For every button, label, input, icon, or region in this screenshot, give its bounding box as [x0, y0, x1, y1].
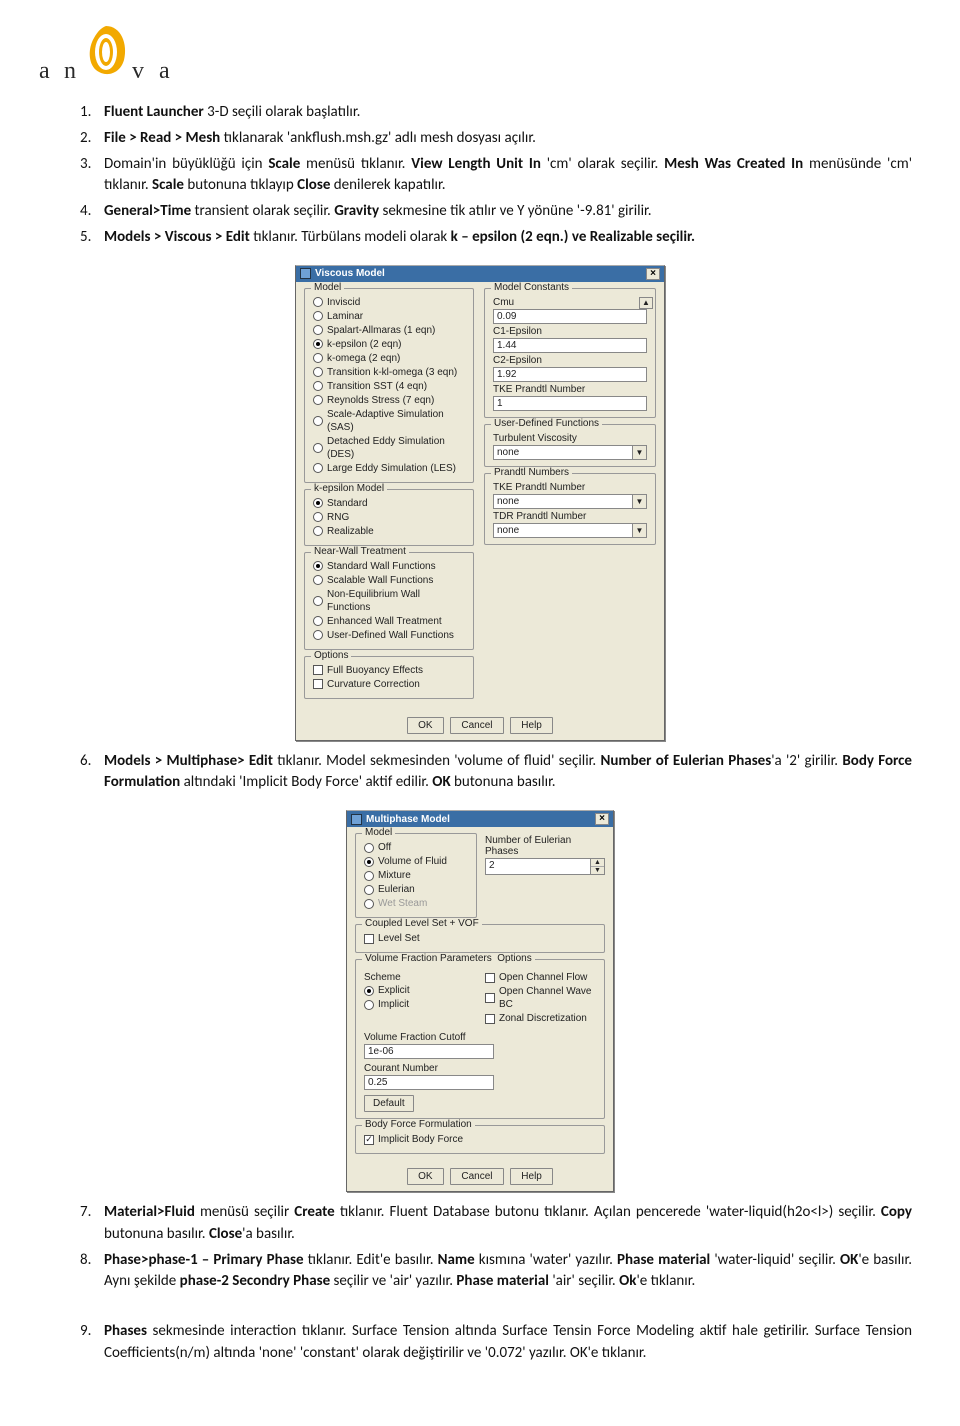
help-button[interactable]: Help [510, 717, 553, 734]
help-button[interactable]: Help [510, 1168, 553, 1185]
model-group: Model InviscidLaminarSpalart-Allmaras (1… [304, 288, 474, 483]
mp-model-radio[interactable]: Wet Steam [364, 897, 468, 910]
viscous-model-radio[interactable]: Detached Eddy Simulation (DES) [313, 435, 465, 461]
prandtl-group: Prandtl Numbers TKE Prandtl Numbernone▼T… [484, 473, 656, 545]
k-epsilon-radio[interactable]: Realizable [313, 525, 465, 538]
step-7: Material>Fluid menüsü seçilir Create tık… [104, 1202, 912, 1246]
chevron-down-icon: ▼ [633, 523, 647, 538]
chevron-up-icon: ▲ [591, 859, 604, 867]
mp-model-radio[interactable]: Mixture [364, 869, 468, 882]
step-5: Models > Viscous > Edit tıklanır. Türbül… [104, 227, 912, 249]
const-input[interactable]: 1 [493, 396, 647, 411]
scheme-radio[interactable]: Explicit [364, 984, 475, 997]
level-set-check[interactable]: Level Set [364, 932, 596, 945]
dialog-title: Multiphase Model [366, 814, 450, 825]
cancel-button[interactable]: Cancel [450, 717, 503, 734]
viscous-model-radio[interactable]: Transition SST (4 eqn) [313, 380, 465, 393]
viscous-model-radio[interactable]: Transition k-kl-omega (3 eqn) [313, 366, 465, 379]
nep-spinner[interactable]: 2 ▲▼ [485, 858, 605, 875]
step-6: Models > Multiphase> Edit tıklanır. Mode… [104, 751, 912, 795]
step-4: General>Time transient olarak seçilir. G… [104, 201, 912, 223]
dialog-buttons: OK Cancel Help [296, 713, 664, 740]
dialog-title: Viscous Model [315, 268, 385, 279]
viscous-model-radio[interactable]: Spalart-Allmaras (1 eqn) [313, 324, 465, 337]
select[interactable]: none▼ [493, 523, 647, 538]
instructions-list: Fluent Launcher 3-D seçili olarak başlat… [104, 102, 912, 249]
logo-letter: a [159, 58, 170, 84]
close-icon[interactable]: × [646, 268, 660, 280]
viscous-model-radio[interactable]: Laminar [313, 310, 465, 323]
dialog-buttons: OK Cancel Help [347, 1164, 613, 1191]
step-1: Fluent Launcher 3-D seçili olarak başlat… [104, 102, 912, 124]
viscous-model-radio[interactable]: k-epsilon (2 eqn) [313, 338, 465, 351]
const-input[interactable]: 1.44 [493, 338, 647, 353]
k-epsilon-radio[interactable]: Standard [313, 497, 465, 510]
viscous-model-radio[interactable]: Scale-Adaptive Simulation (SAS) [313, 408, 465, 434]
cancel-button[interactable]: Cancel [450, 1168, 503, 1185]
select[interactable]: none▼ [493, 494, 647, 509]
chevron-down-icon: ▼ [633, 445, 647, 460]
step-9: Phases sekmesinde interaction tıklanır. … [104, 1321, 912, 1365]
viscous-model-dialog: Viscous Model × Model InviscidLaminarSpa… [295, 265, 665, 741]
scheme-radio[interactable]: Implicit [364, 998, 475, 1011]
logo-letter: v [132, 58, 144, 84]
vfp-option-check[interactable]: Zonal Discretization [485, 1012, 596, 1025]
mp-model-group: Model OffVolume of FluidMixtureEulerianW… [355, 833, 477, 918]
bff-group: Body Force Formulation Implicit Body For… [355, 1125, 605, 1154]
chevron-down-icon: ▼ [591, 867, 604, 874]
vfp-group: Volume Fraction Parameters Options Schem… [355, 959, 605, 1119]
dialog-titlebar: Viscous Model × [296, 266, 664, 282]
wall-fn-radio[interactable]: Scalable Wall Functions [313, 574, 465, 587]
logo-letter: n [64, 58, 76, 84]
options-group: Options Full Buoyancy EffectsCurvature C… [304, 656, 474, 699]
ok-button[interactable]: OK [407, 717, 443, 734]
logo-letter: a [39, 58, 50, 84]
viscous-model-radio[interactable]: Large Eddy Simulation (LES) [313, 462, 465, 475]
viscous-option-check[interactable]: Curvature Correction [313, 678, 465, 691]
default-button[interactable]: Default [364, 1095, 414, 1112]
step-2: File > Read > Mesh tıklanarak 'ankflush.… [104, 128, 912, 150]
app-icon [300, 268, 311, 279]
chevron-up-icon[interactable]: ▲ [639, 297, 653, 309]
k-epsilon-radio[interactable]: RNG [313, 511, 465, 524]
chevron-down-icon: ▼ [633, 494, 647, 509]
viscous-option-check[interactable]: Full Buoyancy Effects [313, 664, 465, 677]
const-input[interactable]: 1.92 [493, 367, 647, 382]
near-wall-group: Near-Wall Treatment Standard Wall Functi… [304, 552, 474, 650]
vfc-input[interactable]: 1e-06 [364, 1044, 494, 1059]
close-icon[interactable]: × [595, 813, 609, 825]
wall-fn-radio[interactable]: Non-Equilibrium Wall Functions [313, 588, 465, 614]
viscous-model-radio[interactable]: Reynolds Stress (7 eqn) [313, 394, 465, 407]
viscous-model-radio[interactable]: Inviscid [313, 296, 465, 309]
mp-model-radio[interactable]: Volume of Fluid [364, 855, 468, 868]
wall-fn-radio[interactable]: User-Defined Wall Functions [313, 629, 465, 642]
select[interactable]: none▼ [493, 445, 647, 460]
ok-button[interactable]: OK [407, 1168, 443, 1185]
dialog-titlebar: Multiphase Model × [347, 811, 613, 827]
model-constants-group: Model Constants Cmu0.09C1-Epsilon1.44C2-… [484, 288, 656, 418]
k-epsilon-group: k-epsilon Model StandardRNGRealizable [304, 489, 474, 546]
nep-label: Number of Eulerian Phases [485, 835, 605, 857]
cls-group: Coupled Level Set + VOF Level Set [355, 924, 605, 953]
wall-fn-radio[interactable]: Enhanced Wall Treatment [313, 615, 465, 628]
anova-logo: a n v a [34, 20, 912, 90]
constants-scroll[interactable]: ▲ [639, 297, 653, 309]
wall-fn-radio[interactable]: Standard Wall Functions [313, 560, 465, 573]
multiphase-model-dialog: Multiphase Model × Model OffVolume of Fl… [346, 810, 614, 1192]
mp-model-radio[interactable]: Off [364, 841, 468, 854]
vfp-option-check[interactable]: Open Channel Wave BC [485, 985, 596, 1011]
const-input[interactable]: 0.09 [493, 309, 647, 324]
app-icon [351, 814, 362, 825]
viscous-model-radio[interactable]: k-omega (2 eqn) [313, 352, 465, 365]
step-3: Domain'in büyüklüğü için Scale menüsü tı… [104, 154, 912, 198]
implicit-body-force-check[interactable]: Implicit Body Force [364, 1133, 596, 1146]
step-8: Phase>phase-1 – Primary Phase tıklanır. … [104, 1250, 912, 1294]
courant-input[interactable]: 0.25 [364, 1075, 494, 1090]
udf-group: User-Defined Functions Turbulent Viscosi… [484, 424, 656, 467]
mp-model-radio[interactable]: Eulerian [364, 883, 468, 896]
vfp-option-check[interactable]: Open Channel Flow [485, 971, 596, 984]
